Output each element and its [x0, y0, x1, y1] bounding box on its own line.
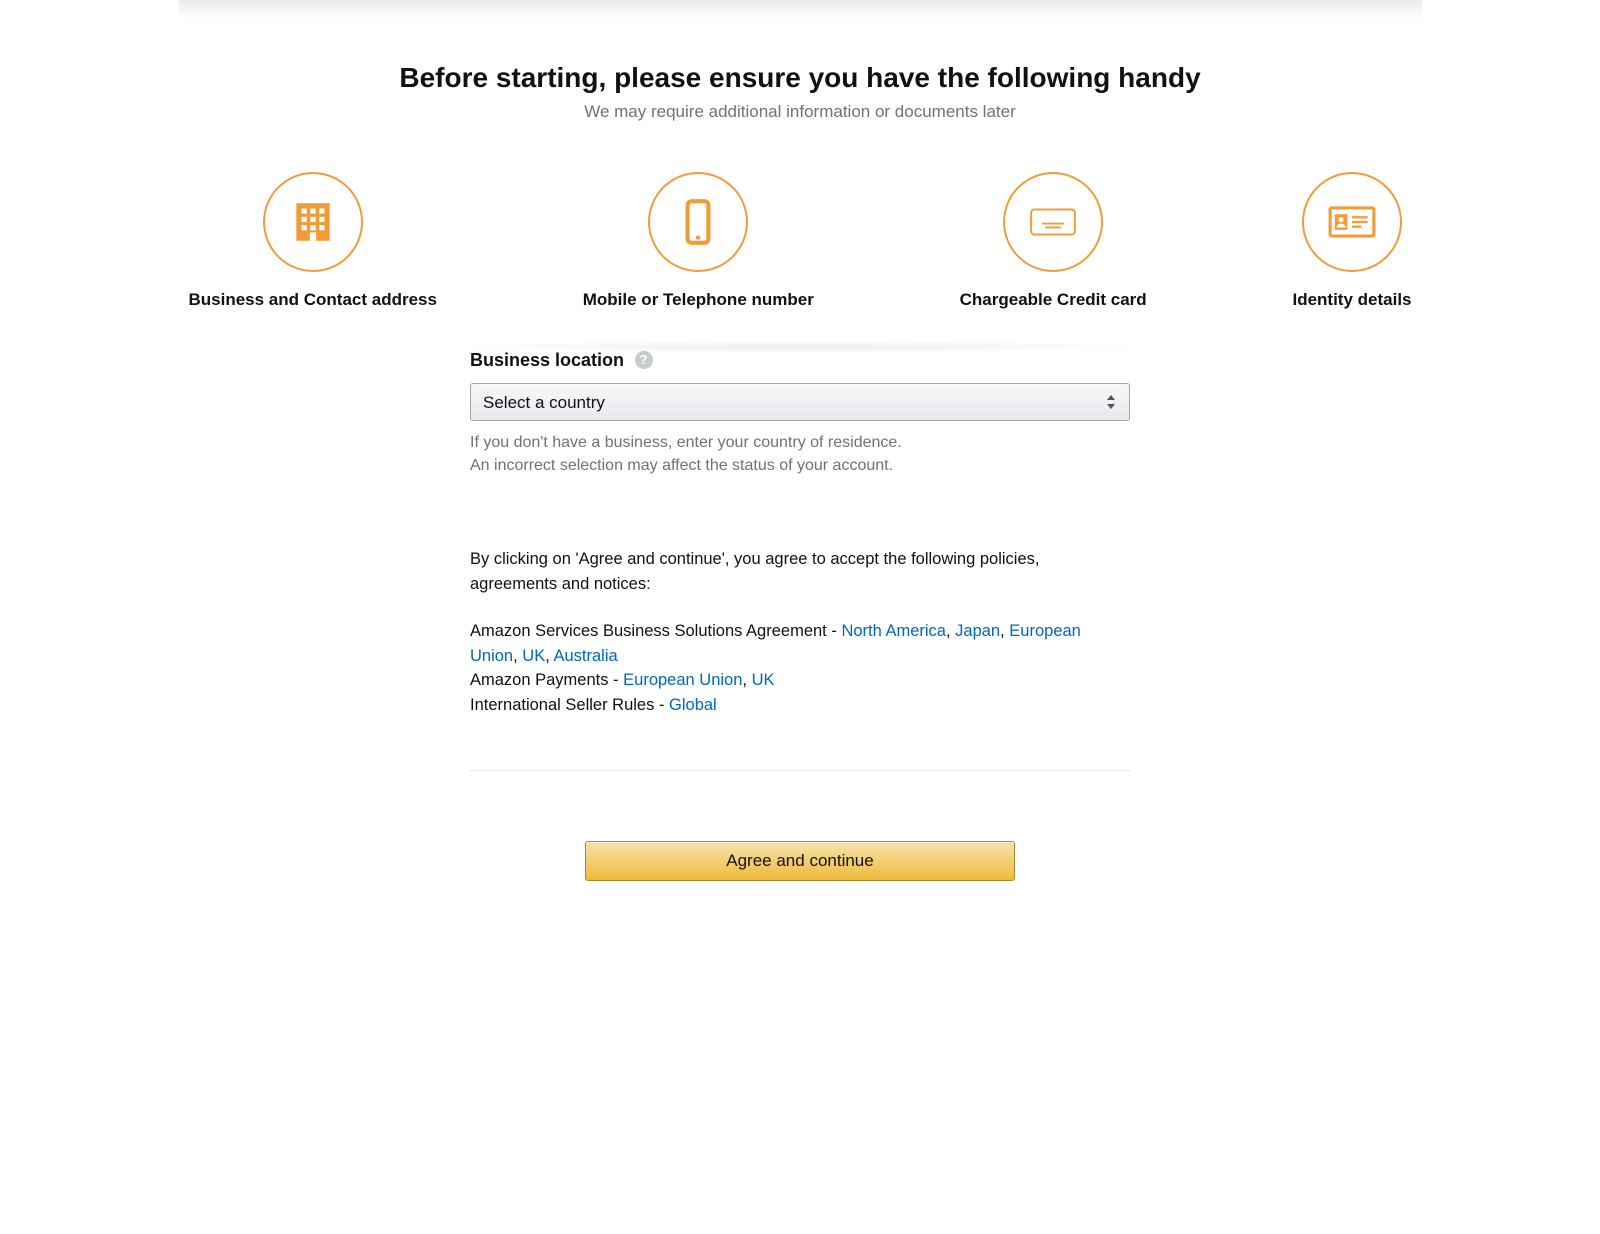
page-title: Before starting, please ensure you have … — [179, 62, 1422, 94]
agree-continue-button[interactable]: Agree and continue — [585, 841, 1015, 881]
divider — [470, 770, 1130, 771]
requirement-label: Identity details — [1292, 290, 1411, 310]
agreement-business-solutions: Amazon Services Business Solutions Agree… — [470, 619, 1130, 669]
link-uk[interactable]: UK — [522, 647, 545, 665]
help-icon[interactable]: ? — [635, 351, 653, 369]
id-card-icon — [1302, 172, 1402, 272]
link-payments-eu[interactable]: European Union — [623, 671, 742, 689]
requirements-row: Business and Contact address Mobile or T… — [189, 172, 1412, 310]
heading-block: Before starting, please ensure you have … — [179, 62, 1422, 122]
link-payments-uk[interactable]: UK — [752, 671, 775, 689]
phone-icon — [648, 172, 748, 272]
requirement-phone: Mobile or Telephone number — [583, 172, 814, 310]
policies-block: By clicking on 'Agree and continue', you… — [470, 547, 1130, 718]
link-north-america[interactable]: North America — [841, 622, 946, 640]
top-shadow — [179, 0, 1422, 20]
business-location-label: Business location — [470, 350, 624, 371]
requirement-label: Chargeable Credit card — [960, 290, 1147, 310]
agreement-payments: Amazon Payments - European Union, UK — [470, 668, 1130, 693]
link-japan[interactable]: Japan — [955, 622, 1000, 640]
business-location-select[interactable]: Select a country — [470, 383, 1130, 421]
link-australia[interactable]: Australia — [553, 647, 617, 665]
credit-card-icon — [1003, 172, 1103, 272]
requirement-label: Business and Contact address — [189, 290, 437, 310]
link-global[interactable]: Global — [669, 696, 717, 714]
agreement-intl-rules: International Seller Rules - Global — [470, 693, 1130, 718]
requirement-identity: Identity details — [1292, 172, 1411, 310]
business-location-hint: If you don't have a business, enter your… — [470, 431, 1130, 477]
page-subtitle: We may require additional information or… — [179, 102, 1422, 122]
requirement-business-address: Business and Contact address — [189, 172, 437, 310]
policies-intro: By clicking on 'Agree and continue', you… — [470, 547, 1130, 597]
requirement-credit-card: Chargeable Credit card — [960, 172, 1147, 310]
requirement-label: Mobile or Telephone number — [583, 290, 814, 310]
business-location-field: Business location ? Select a country If … — [470, 350, 1130, 477]
building-icon — [263, 172, 363, 272]
